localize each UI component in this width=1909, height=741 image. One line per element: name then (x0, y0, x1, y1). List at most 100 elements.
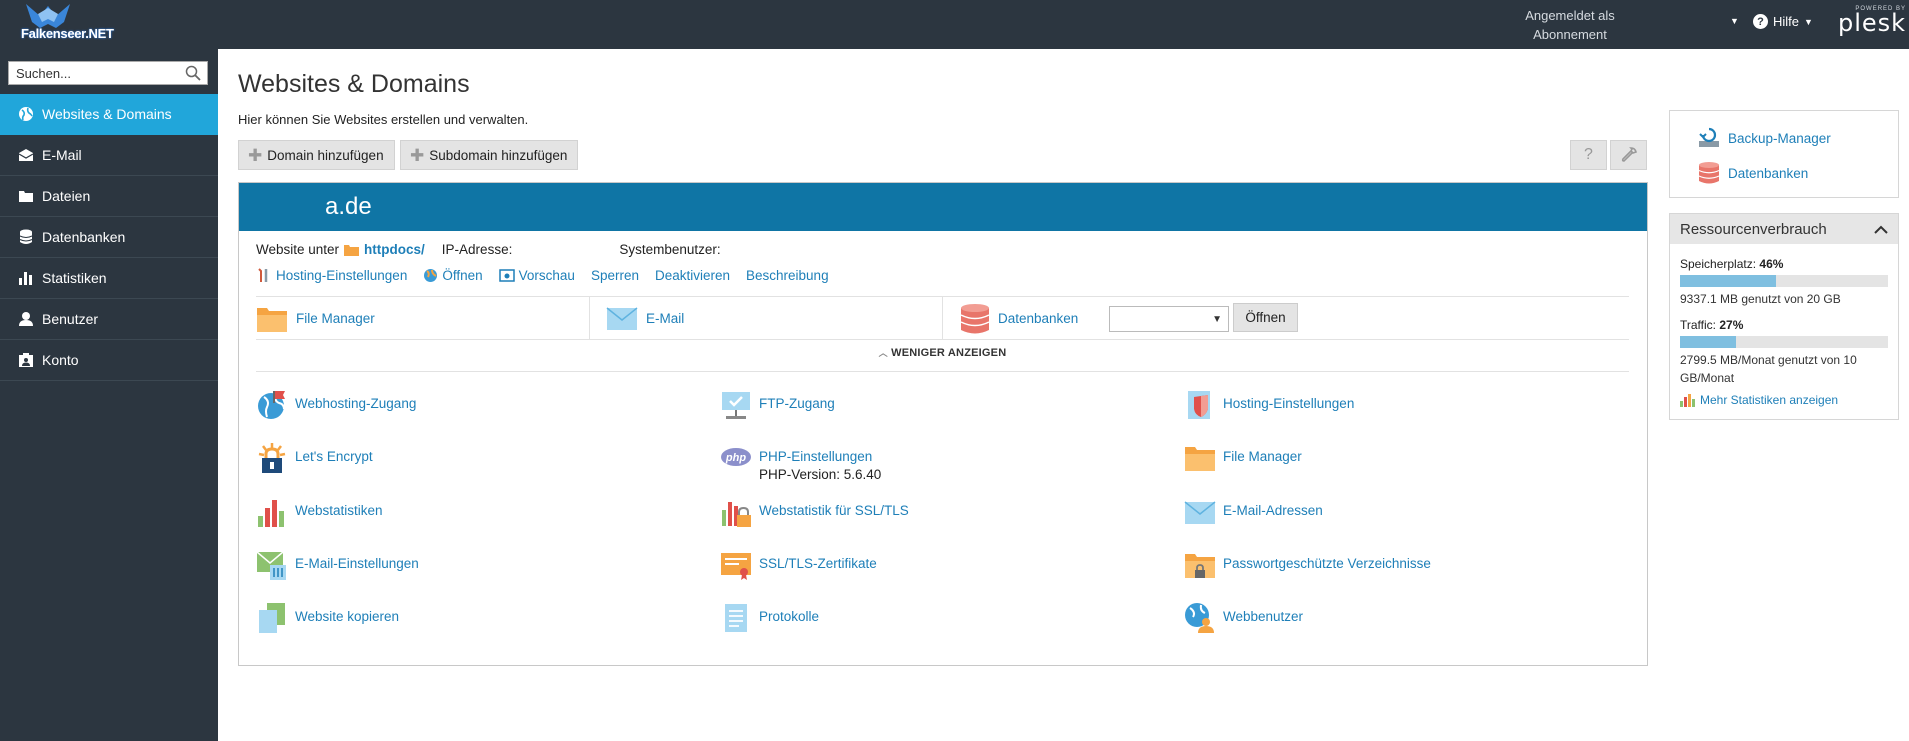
brand-logo[interactable]: Falkenseer.NET (18, 2, 114, 46)
domain-name[interactable]: a.de (325, 193, 372, 221)
storage-percent: 46% (1759, 257, 1784, 271)
tool-ftp-access[interactable]: FTP-Zugang (720, 389, 835, 421)
folder-icon (18, 188, 34, 204)
tool-copy-website[interactable]: Website kopieren (256, 602, 399, 634)
chevron-up-icon[interactable] (1874, 225, 1888, 234)
user-icon (18, 311, 34, 327)
sidebar-item-account[interactable]: Konto (0, 340, 218, 381)
envelope-icon (1184, 501, 1216, 524)
add-subdomain-label: Subdomain hinzufügen (429, 147, 568, 163)
sidebar-item-files[interactable]: Dateien (0, 176, 218, 217)
subscription-label: Abonnement (1533, 27, 1607, 42)
sidebar-item-statistics[interactable]: Statistiken (0, 258, 218, 299)
sidebar: Websites & Domains E-Mail Dateien Datenb… (0, 49, 218, 741)
docroot-link[interactable]: httpdocs/ (364, 242, 425, 257)
resource-usage-panel: Ressourcenverbrauch Speicherplatz: 46% 9… (1669, 213, 1899, 420)
databases-quick[interactable]: Datenbanken (960, 297, 1078, 340)
search-input[interactable] (9, 62, 177, 84)
domain-actions: Hosting-Einstellungen Öffnen Vorschau Sp… (256, 268, 829, 283)
chevron-down-icon[interactable]: ▼ (1730, 16, 1739, 26)
domain-card: a.de Website unter httpdocs/ IP-Adresse:… (238, 182, 1648, 666)
tool-web-statistics[interactable]: Webstatistiken (256, 496, 383, 528)
sidebar-item-databases[interactable]: Datenbanken (0, 217, 218, 258)
tool-ssl-statistics[interactable]: Webstatistik für SSL/TLS (720, 496, 909, 528)
suspend-link[interactable]: Sperren (591, 268, 639, 283)
certificate-icon (721, 553, 751, 580)
chevron-down-icon: ▼ (1212, 313, 1222, 325)
quick-access-row: File Manager E-Mail Datenbanken ▼ Öffnen (256, 296, 1629, 340)
php-version: PHP-Version: 5.6.40 (759, 467, 882, 482)
sidebar-item-websites-domains[interactable]: Websites & Domains (0, 94, 218, 135)
file-manager-label: File Manager (296, 311, 375, 326)
databases-link[interactable]: Datenbanken (1698, 161, 1808, 185)
bar-chart-icon (18, 270, 34, 286)
tool-label: Webstatistiken (295, 503, 383, 518)
tool-webhosting-access[interactable]: Webhosting-Zugang (256, 389, 416, 421)
add-domain-button[interactable]: ✚ Domain hinzufügen (238, 140, 395, 170)
logged-in-label: Angemeldet als (1525, 8, 1615, 23)
tool-email-settings[interactable]: E-Mail-Einstellungen (256, 549, 419, 581)
ssl-stats-icon (722, 502, 751, 527)
quick-links-panel: Backup-Manager Datenbanken (1669, 110, 1899, 198)
link-label: Sperren (590, 268, 639, 283)
website-under-label: Website unter (256, 242, 340, 257)
description-link[interactable]: Beschreibung (746, 268, 829, 283)
traffic-usage-text: 2799.5 MB/Monat genutzt von 10 GB/Monat (1680, 353, 1857, 385)
preview-link[interactable]: Vorschau (498, 268, 575, 283)
file-manager-quick[interactable]: File Manager (256, 297, 375, 340)
sidebar-nav: Websites & Domains E-Mail Dateien Datenb… (0, 94, 218, 381)
show-less-label: WENIGER ANZEIGEN (891, 347, 1007, 359)
database-icon (960, 303, 990, 333)
tool-file-manager[interactable]: File Manager (1184, 442, 1302, 474)
traffic-bar (1680, 336, 1888, 348)
globe-icon (18, 106, 34, 122)
tool-label: PHP-Einstellungen (759, 449, 873, 464)
tool-email-addresses[interactable]: E-Mail-Adressen (1184, 496, 1323, 528)
deactivate-link[interactable]: Deaktivieren (655, 268, 730, 283)
top-bar: Falkenseer.NET Angemeldet als Abonnement… (0, 0, 1909, 49)
backup-manager-link[interactable]: Backup-Manager (1698, 127, 1831, 149)
folder-icon (1185, 447, 1215, 471)
search-icon[interactable] (185, 65, 201, 81)
copy-icon (259, 603, 285, 633)
resource-usage-header[interactable]: Ressourcenverbrauch (1670, 214, 1898, 244)
hosting-settings-link[interactable]: Hosting-Einstellungen (256, 268, 407, 283)
tool-php-settings[interactable]: php PHP-Einstellungen PHP-Version: 5.6.4… (720, 442, 881, 482)
tool-logs[interactable]: Protokolle (720, 602, 819, 634)
tool-label: E-Mail-Einstellungen (295, 556, 419, 571)
more-statistics-link[interactable]: Mehr Statistiken anzeigen (1680, 393, 1838, 407)
ftp-icon (722, 392, 750, 419)
sidebar-item-label: Statistiken (42, 270, 107, 286)
sidebar-item-label: Websites & Domains (42, 106, 172, 122)
tool-hosting-settings[interactable]: Hosting-Einstellungen (1184, 389, 1354, 421)
database-icon (18, 229, 34, 245)
tool-label: File Manager (1223, 449, 1302, 464)
preview-icon (498, 269, 515, 282)
folder-icon (257, 307, 287, 332)
sidebar-item-label: E-Mail (42, 147, 82, 163)
help-button[interactable]: ? (1570, 140, 1607, 170)
sidebar-item-users[interactable]: Benutzer (0, 299, 218, 340)
tool-protected-directories[interactable]: Passwortgeschützte Verzeichnisse (1184, 549, 1431, 581)
tool-label: Website kopieren (295, 609, 400, 624)
sidebar-item-email[interactable]: E-Mail (0, 135, 218, 176)
open-site-link[interactable]: Öffnen (423, 268, 483, 283)
plesk-logo: POWERED BY plesk (1838, 6, 1906, 35)
database-open-button[interactable]: Öffnen (1233, 303, 1298, 332)
help-menu[interactable]: ? Hilfe ▼ (1753, 14, 1813, 29)
show-less-toggle[interactable]: ︿ WENIGER ANZEIGEN (256, 346, 1629, 359)
tool-label: SSL/TLS-Zertifikate (759, 556, 877, 571)
tool-web-users[interactable]: Webbenutzer (1184, 602, 1303, 634)
help-label: Hilfe (1773, 14, 1800, 29)
sidebar-item-label: Konto (42, 352, 79, 368)
settings-button[interactable] (1610, 140, 1647, 170)
databases-label: Datenbanken (998, 311, 1079, 326)
database-select[interactable]: ▼ (1109, 306, 1229, 332)
add-subdomain-button[interactable]: ✚ Subdomain hinzufügen (400, 140, 579, 170)
tool-label: E-Mail-Adressen (1223, 503, 1323, 518)
backup-icon (1699, 127, 1719, 147)
logged-in-info[interactable]: Angemeldet als Abonnement (1490, 6, 1650, 44)
tool-ssl-certificates[interactable]: SSL/TLS-Zertifikate (720, 549, 877, 581)
email-quick[interactable]: E-Mail (606, 297, 684, 340)
tool-lets-encrypt[interactable]: Let's Encrypt (256, 442, 373, 474)
